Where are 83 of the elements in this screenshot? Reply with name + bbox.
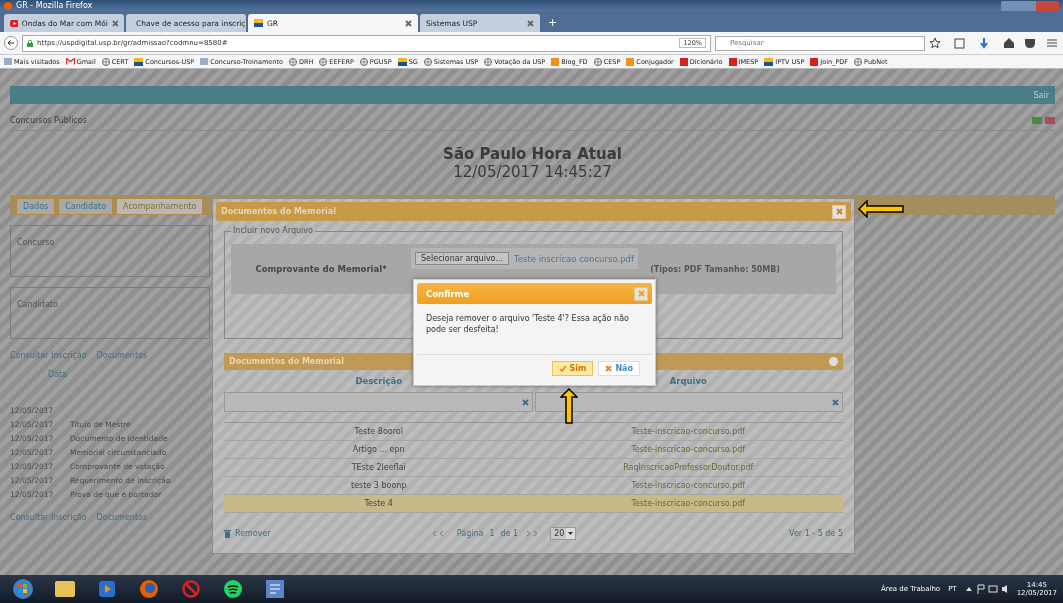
table-row[interactable]: Artigo ... epn Teste-inscricao-concurso.pdf [224,441,843,459]
no-button[interactable]: Não [598,361,640,376]
filter-field[interactable] [534,392,843,412]
page-number: 1 [489,529,495,538]
window-title: GR - Mozilla Firefox [16,1,93,10]
lock-icon [27,39,33,47]
globe-icon [101,57,110,66]
table-cell: Teste 4 [364,499,393,508]
start-icon[interactable] [12,578,34,600]
close-icon [527,19,534,27]
mail-icon [65,58,75,65]
file-types-note: (Tipos: PDF Tamanho: 50MB) [650,264,780,274]
table-cell: teste 3 boonp [351,481,407,490]
logo-icon [397,57,407,66]
field-label: Comprovante do Memorial* [254,264,388,274]
globe-icon [288,57,297,66]
fieldset-legend: Concurso [17,238,55,247]
close-button[interactable] [634,286,648,301]
table-cell: Artigo ... epn [352,445,405,454]
table-row[interactable]: Teste 8oorol Teste-inscricao-concurso.pdf [224,423,843,441]
table-row[interactable]: Teste 4 Teste-inscricao-concurso.pdf [224,495,843,513]
folder-icon [4,58,12,65]
square-icon [679,57,688,66]
refresh-icon[interactable] [829,357,838,366]
video-icon [10,19,18,27]
close-icon [637,290,645,297]
clock-time: 12/05/2017 14:45:27 [453,163,612,181]
globe-icon [423,57,432,66]
clear-icon [521,398,529,406]
spotify-icon[interactable] [223,579,243,599]
toolbar-icons-drawing[interactable] [929,37,1059,49]
dialog-title: Documentos do Memorial [221,207,337,216]
trash-icon [224,529,231,538]
folder-icon[interactable] [55,581,75,597]
record-summary: Ver 1 - 5 de 5 [789,529,843,538]
logo-icon [134,57,144,66]
back-icon[interactable] [4,36,18,50]
arrow-annotation [858,200,904,218]
caret-icon [566,528,576,539]
square-icon [551,57,560,66]
page-count: de 1 [500,529,519,538]
logo-icon [764,57,774,66]
clock-title: São Paulo Hora Atual [443,145,622,163]
table-cell: Teste 8oorol [354,427,403,436]
globe-icon [854,57,863,66]
globe-icon [359,57,368,66]
page-label: Página [456,529,484,538]
arrow-annotation [560,388,578,424]
page-size-select[interactable]: 20 [550,527,577,540]
fieldset-legend: Candidato [17,300,58,309]
window-controls[interactable] [1001,0,1059,11]
file-chooser[interactable]: Selecionar arquivo... Teste inscricao concurso.pdf [411,248,638,269]
close-icon [605,365,613,372]
close-icon [111,19,118,27]
firefox-icon[interactable] [139,579,159,599]
globe-icon [319,57,328,66]
logo-icon [254,19,263,27]
firefox-icon [4,1,12,10]
tray-icons-drawing[interactable] [964,584,1009,594]
check-icon [558,365,567,372]
choose-file-button[interactable]: Selecionar arquivo... [415,252,509,265]
filter-field[interactable] [224,392,533,412]
dialog-title: Confirme [426,288,471,299]
document-icon[interactable] [266,580,284,598]
close-icon [835,208,843,215]
folder-icon [200,58,209,65]
breadcrumb: Concursos Públicos [10,116,88,125]
globe-icon [593,57,602,66]
list-title: Documentos do Memorial [229,357,345,366]
fieldset-legend: Incluir novo Arquivo [231,226,315,235]
close-icon [405,19,412,27]
blocked-icon[interactable] [182,580,200,598]
square-icon [626,57,635,66]
clear-icon [832,398,839,406]
play-icon[interactable] [99,581,115,597]
dialog-message: Deseja remover o arquivo 'Teste 4'? Essa ação não pode ser desfeita! [425,313,630,337]
new-tab-button[interactable]: + [542,16,564,32]
square-icon [728,57,737,66]
table-cell: TEste 2leeflai [351,463,406,472]
table-row[interactable]: TEste 2leeflai RaqInscricaoProfessorDoutor.pdf [224,459,843,477]
close-button[interactable] [832,204,846,219]
globe-icon [484,57,493,66]
square-icon [810,57,819,66]
